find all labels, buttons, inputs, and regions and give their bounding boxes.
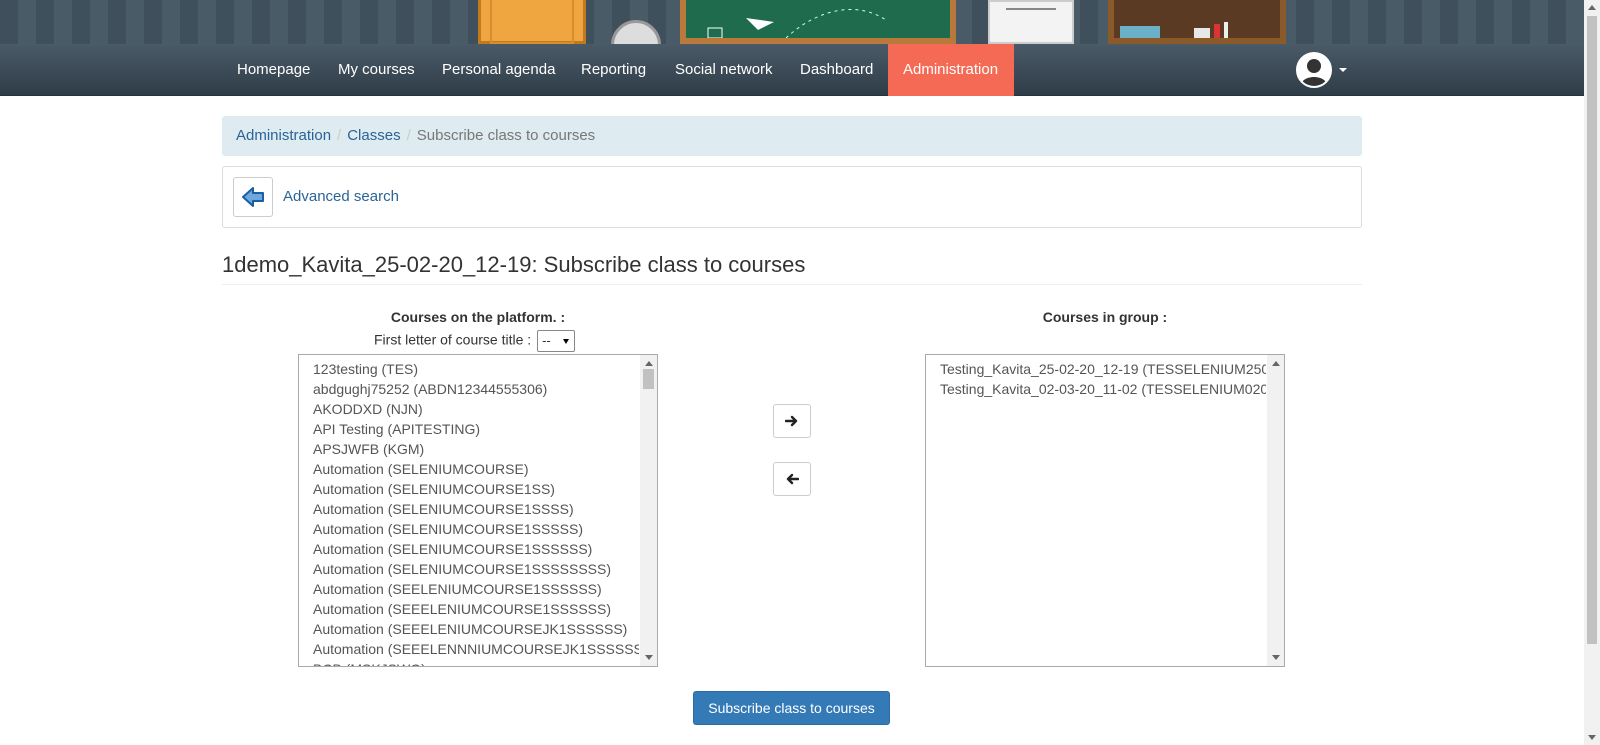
- header-banner: [0, 0, 1584, 44]
- list-item[interactable]: Automation (SELENIUMCOURSE1SSSSS): [313, 519, 639, 539]
- breadcrumb-current: Subscribe class to courses: [416, 127, 596, 144]
- scroll-down-icon[interactable]: [1272, 655, 1280, 660]
- list-item[interactable]: 123testing (TES): [313, 359, 639, 379]
- scroll-up-icon[interactable]: [1588, 5, 1596, 10]
- first-letter-filter: First letter of course title : --: [374, 330, 576, 352]
- breadcrumb: Administration / Classes / Subscribe class t…: [222, 116, 1362, 156]
- first-letter-label: First letter of course title :: [374, 331, 532, 348]
- group-courses-label: Courses in group :: [1042, 309, 1168, 325]
- subscribe-class-button[interactable]: Subscribe class to courses: [693, 691, 890, 725]
- list-item[interactable]: Automation (SEEELENNNIUMCOURSEJK1SSSSSS): [313, 639, 639, 659]
- chevron-down-icon: [563, 339, 570, 344]
- first-letter-select[interactable]: --: [537, 330, 576, 352]
- list-item[interactable]: Automation (SEELENIUMCOURSE1SSSSSS): [313, 579, 639, 599]
- chalkboard-illustration: [680, 0, 956, 44]
- main-navbar: Homepage My courses Personal agenda Repo…: [0, 44, 1584, 96]
- add-course-button[interactable]: [773, 404, 811, 438]
- breadcrumb-administration[interactable]: Administration: [236, 127, 331, 144]
- list-item[interactable]: API Testing (APITESTING): [313, 419, 639, 439]
- page-title: 1demo_Kavita_25-02-20_12-19: Subscribe c…: [222, 252, 806, 277]
- paper-illustration: [988, 0, 1074, 44]
- paper-plane-icon: [746, 18, 774, 30]
- nav-my-courses[interactable]: My courses: [323, 44, 430, 96]
- arrow-right-icon: [785, 415, 798, 427]
- list-item[interactable]: Testing_Kavita_25-02-20_12-19 (TESSELENI…: [940, 359, 1266, 379]
- nav-dashboard[interactable]: Dashboard: [785, 44, 888, 96]
- list-item[interactable]: APSJWFB (KGM): [313, 439, 639, 459]
- back-arrow-icon[interactable]: [233, 177, 273, 217]
- action-toolbar: Advanced search: [222, 166, 1362, 228]
- list-item[interactable]: abdgughj75252 (ABDN12344555306): [313, 379, 639, 399]
- nav-personal-agenda[interactable]: Personal agenda: [427, 44, 570, 96]
- arrow-left-icon: [786, 473, 799, 485]
- list-item[interactable]: Automation (SEEELENIUMCOURSE1SSSSSS): [313, 599, 639, 619]
- scroll-up-icon[interactable]: [1272, 361, 1280, 366]
- list-item[interactable]: Automation (SELENIUMCOURSE1SS): [313, 479, 639, 499]
- list-item[interactable]: Automation (SELENIUMCOURSE1SSSSSSSS): [313, 559, 639, 579]
- list-item[interactable]: Automation (SEEELENIUMCOURSEJK1SSSSSS): [313, 619, 639, 639]
- clock-illustration: [611, 20, 661, 44]
- chevron-down-icon[interactable]: [1339, 68, 1347, 72]
- list-item[interactable]: BCB (MSKJSWQ): [313, 659, 639, 666]
- list-scrollbar[interactable]: [1267, 355, 1284, 666]
- scroll-down-icon[interactable]: [645, 655, 653, 660]
- list-item[interactable]: AKODDXD (NJN): [313, 399, 639, 419]
- list-item[interactable]: Automation (SELENIUMCOURSE1SSSSSS): [313, 539, 639, 559]
- user-avatar-icon[interactable]: [1296, 52, 1332, 88]
- nav-reporting[interactable]: Reporting: [566, 44, 661, 96]
- page-scrollbar[interactable]: [1584, 0, 1600, 745]
- breadcrumb-classes[interactable]: Classes: [347, 127, 400, 144]
- platform-courses-label: Courses on the platform. :: [390, 309, 566, 325]
- list-scrollbar[interactable]: [640, 355, 657, 666]
- list-item[interactable]: Automation (SELENIUMCOURSE1SSSS): [313, 499, 639, 519]
- bookshelf-illustration: [1108, 0, 1286, 44]
- advanced-search-link[interactable]: Advanced search: [283, 167, 399, 227]
- divider: [222, 284, 1362, 285]
- group-courses-list[interactable]: Testing_Kavita_25-02-20_12-19 (TESSELENI…: [925, 354, 1285, 667]
- scroll-down-icon[interactable]: [1588, 735, 1596, 740]
- list-item[interactable]: Testing_Kavita_02-03-20_11-02 (TESSELENI…: [940, 379, 1266, 399]
- scroll-up-icon[interactable]: [645, 361, 653, 366]
- remove-course-button[interactable]: [773, 462, 811, 496]
- platform-courses-list[interactable]: 123testing (TES) abdgughj75252 (ABDN12344…: [298, 354, 658, 667]
- nav-homepage[interactable]: Homepage: [222, 44, 325, 96]
- list-item[interactable]: Automation (SELENIUMCOURSE): [313, 459, 639, 479]
- nav-social-network[interactable]: Social network: [660, 44, 788, 96]
- nav-administration[interactable]: Administration: [888, 44, 1014, 96]
